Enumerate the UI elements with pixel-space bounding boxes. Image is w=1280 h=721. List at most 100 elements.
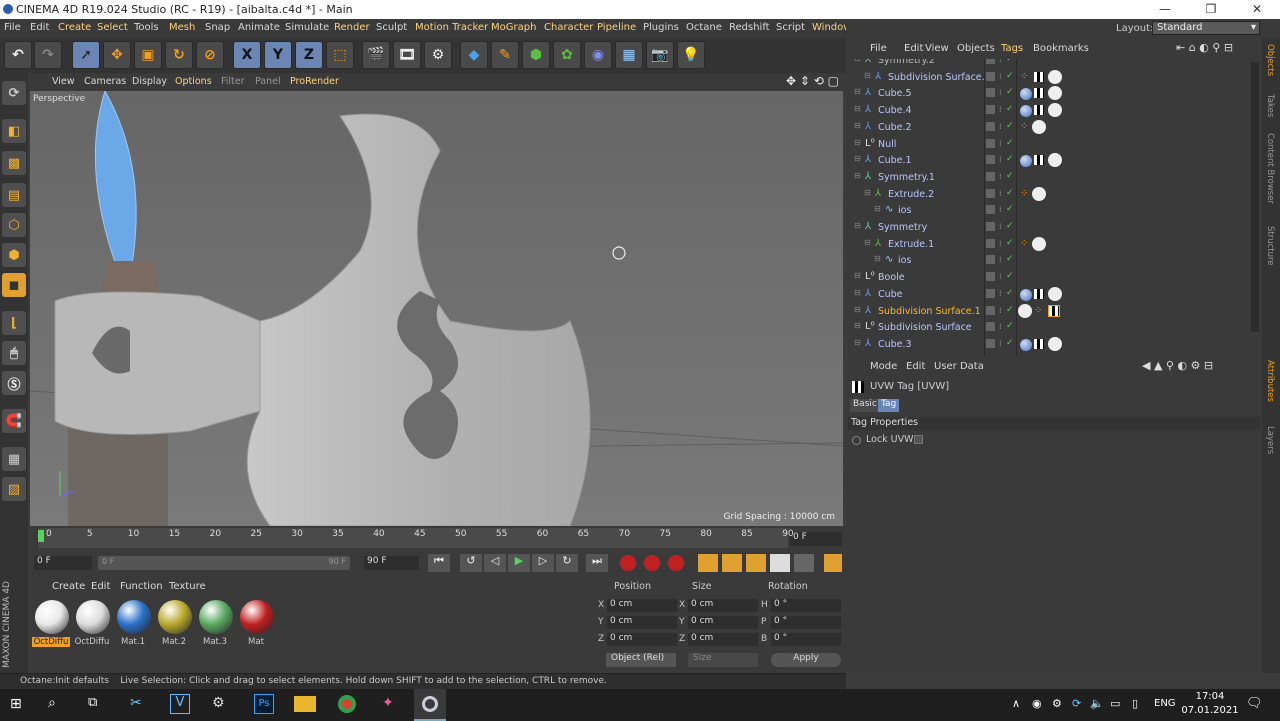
uvw-tag-icon[interactable] — [1034, 155, 1044, 166]
record-icon[interactable] — [620, 555, 636, 571]
phong-tag-icon[interactable] — [1048, 69, 1062, 84]
axis-mode-icon[interactable]: ⌊ — [2, 311, 26, 335]
material-swatch[interactable]: OctDiffu — [32, 598, 70, 648]
planar-workplane-icon[interactable]: ▨ — [2, 477, 26, 501]
selection-tag-icon[interactable]: ⁘ — [1034, 305, 1042, 316]
material-swatch[interactable]: OctDiffu — [73, 598, 111, 648]
menu-character[interactable]: Character — [544, 22, 593, 33]
uvw-tag-icon[interactable] — [1034, 288, 1044, 299]
rotation-field[interactable]: 0 ° — [771, 616, 841, 629]
selection-tag-icon[interactable]: ⁘ — [1020, 71, 1028, 82]
attribute-menu-edit[interactable]: Edit — [906, 361, 925, 372]
enabled-check-icon[interactable]: ✓ — [1006, 321, 1014, 331]
expand-icon[interactable]: ⊟ — [854, 321, 861, 330]
expand-icon[interactable]: ⊟ — [854, 171, 861, 180]
perspective-viewport[interactable]: Perspective Grid Spacing : 10000 cm — [30, 91, 843, 526]
light-icon[interactable]: 💡 — [677, 41, 705, 69]
object-row[interactable]: ⊟ ⅄ Subdivision Surface.1 ⁞ ✓ ⁘ — [846, 69, 1246, 87]
size-field[interactable]: 0 cm — [688, 616, 758, 629]
floor-environment-icon[interactable]: ▦ — [615, 41, 643, 69]
next-frame-icon[interactable]: ▷ — [532, 554, 554, 572]
menu-plugins[interactable]: Plugins — [643, 22, 679, 33]
start-frame-field[interactable]: 0 F — [34, 556, 92, 570]
object-name[interactable]: ios — [898, 255, 911, 266]
editor-render-dots[interactable]: ⁞ — [999, 222, 1002, 231]
discord-icon[interactable]: ◉ — [1032, 697, 1042, 710]
object-row[interactable]: ⊟ ⅄ Cube.4 ⁞ ✓ — [846, 103, 1246, 120]
uvw-tag-icon[interactable] — [1034, 105, 1044, 116]
object-name[interactable]: Symmetry.2 — [878, 59, 935, 66]
viewport-menu-options[interactable]: Options — [175, 76, 212, 87]
material-tag-icon[interactable] — [1020, 155, 1032, 168]
menu-select[interactable]: Select — [97, 22, 128, 33]
menu-octane[interactable]: Octane — [686, 22, 722, 33]
texture-mode-icon[interactable]: ▩ — [2, 151, 26, 175]
go-to-start-icon[interactable]: ⏮ — [428, 554, 450, 572]
menu-script[interactable]: Script — [776, 22, 805, 33]
editor-render-dots[interactable]: ⁞ — [999, 289, 1002, 298]
menu-mograph[interactable]: MoGraph — [491, 22, 536, 33]
menu-create[interactable]: Create — [58, 22, 91, 33]
right-tab-structure[interactable]: Structure — [1265, 226, 1275, 266]
object-menu-bookmarks[interactable]: Bookmarks — [1033, 43, 1089, 54]
render-picture-viewer-icon[interactable]: 🎞 — [393, 41, 421, 69]
paint-icon[interactable]: 🧲 — [2, 409, 26, 433]
uvw-tag-icon[interactable] — [1034, 88, 1044, 99]
right-tab-layers[interactable]: Layers — [1265, 426, 1275, 454]
uvw-tag-icon[interactable] — [1034, 338, 1044, 349]
language-indicator[interactable]: ENG — [1154, 698, 1176, 709]
enabled-check-icon[interactable]: ✓ — [1006, 104, 1014, 114]
visibility-toggle[interactable] — [986, 59, 995, 64]
editor-render-dots[interactable]: ⁞ — [999, 255, 1002, 264]
editor-render-dots[interactable]: ⁞ — [999, 72, 1002, 81]
object-row[interactable]: ⊟ L⁰ Subdivision Surface ⁞ ✓ — [846, 320, 1246, 337]
editor-render-dots[interactable]: ⁞ — [999, 322, 1002, 331]
key-scale-icon[interactable] — [722, 554, 742, 572]
visibility-toggle[interactable] — [986, 238, 995, 248]
enabled-check-icon[interactable]: ✓ — [1006, 254, 1014, 264]
editor-render-dots[interactable]: ⁞ — [999, 105, 1002, 114]
size-field[interactable]: 0 cm — [688, 633, 758, 646]
object-menu-objects[interactable]: Objects — [957, 43, 995, 54]
object-name[interactable]: Cube.1 — [878, 155, 912, 166]
object-name[interactable]: Extrude.1 — [888, 239, 934, 250]
menu-snap[interactable]: Snap — [205, 22, 230, 33]
previous-key-icon[interactable]: ↺ — [460, 554, 482, 572]
phong-tag-icon[interactable] — [1018, 303, 1032, 318]
previous-frame-icon[interactable]: ◁ — [484, 554, 506, 572]
figma-icon[interactable]: ✦ — [382, 695, 394, 711]
enabled-check-icon[interactable]: ✓ — [1006, 138, 1014, 148]
clock-time[interactable]: 17:04 — [1190, 691, 1230, 702]
editor-render-dots[interactable]: ⁞ — [999, 155, 1002, 164]
expand-icon[interactable]: ⊟ — [864, 188, 871, 197]
object-menu-edit[interactable]: Edit — [904, 43, 923, 54]
object-name[interactable]: Cube.3 — [878, 339, 912, 350]
cube-object-icon[interactable]: ◆ — [460, 41, 488, 69]
object-row[interactable]: ⊟ ⅄ Cube ⁞ ✓ — [846, 286, 1246, 304]
enabled-check-icon[interactable]: ✓ — [1006, 221, 1014, 231]
timeline-ruler[interactable] — [38, 528, 788, 548]
visibility-toggle[interactable] — [986, 188, 995, 198]
render-settings-icon[interactable]: ⚙ — [424, 41, 452, 69]
size-mode-select[interactable]: Size — [688, 653, 758, 667]
visibility-toggle[interactable] — [986, 338, 995, 348]
timeline-window-icon[interactable] — [824, 554, 842, 572]
size-field[interactable]: 0 cm — [688, 599, 758, 612]
visibility-toggle[interactable] — [986, 272, 995, 282]
visibility-toggle[interactable] — [986, 288, 995, 298]
search-icon[interactable]: ⌕ — [48, 695, 56, 711]
object-name[interactable]: Null — [878, 139, 896, 150]
x-axis-lock-button[interactable]: X — [233, 41, 261, 69]
visibility-toggle[interactable] — [986, 255, 995, 265]
uvw-tag-icon-selected[interactable] — [1048, 304, 1060, 317]
go-to-end-icon[interactable]: ⏭ — [586, 554, 608, 572]
object-row[interactable]: ⊟ ⅄ Cube.1 ⁞ ✓ — [846, 153, 1246, 170]
visibility-toggle[interactable] — [986, 171, 995, 181]
object-menu-view[interactable]: View — [925, 43, 949, 54]
editor-render-dots[interactable]: ⁞ — [999, 122, 1002, 131]
visibility-toggle[interactable] — [986, 71, 995, 81]
photoshop-icon[interactable]: Ps — [254, 694, 274, 714]
notifications-icon[interactable]: 🗨 — [1246, 696, 1263, 711]
enabled-check-icon[interactable]: ✓ — [1006, 238, 1014, 248]
right-tab-takes[interactable]: Takes — [1265, 94, 1275, 117]
